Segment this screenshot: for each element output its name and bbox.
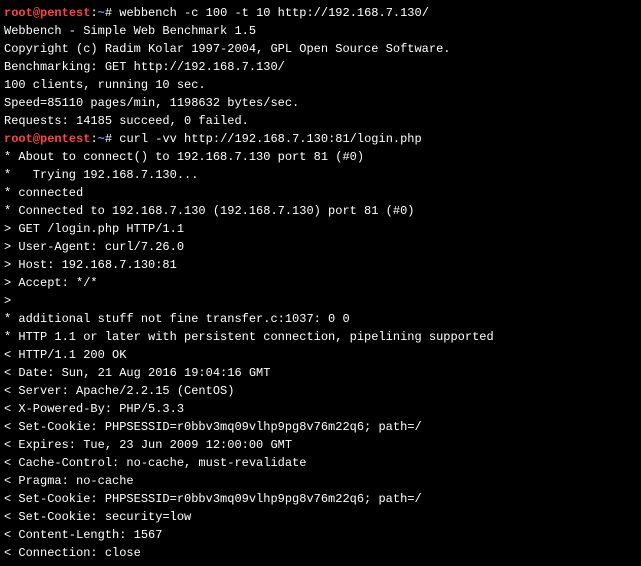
output-line: * connected [4,184,637,202]
output-line: Copyright (c) Radim Kolar 1997-2004, GPL… [4,40,637,58]
output-line: Speed=85110 pages/min, 1198632 bytes/sec… [4,94,637,112]
user: root [4,6,33,20]
output-line: * additional stuff not fine transfer.c:1… [4,310,637,328]
output-line: > Host: 192.168.7.130:81 [4,256,637,274]
output-line: > Accept: */* [4,274,637,292]
output-line: < Expires: Tue, 23 Jun 2009 12:00:00 GMT [4,436,637,454]
output-line: Requests: 14185 succeed, 0 failed. [4,112,637,130]
host: pentest [40,6,90,20]
output-line: 100 clients, running 10 sec. [4,76,637,94]
colon: : [90,132,97,146]
output-line: < Server: Apache/2.2.15 (CentOS) [4,382,637,400]
output-line: < Set-Cookie: security=low [4,508,637,526]
at-sign: @ [33,132,40,146]
output-line: < X-Powered-By: PHP/5.3.3 [4,400,637,418]
output-line: > [4,292,637,310]
prompt-line-1[interactable]: root@pentest:~# webbench -c 100 -t 10 ht… [4,4,637,22]
output-line: < Pragma: no-cache [4,472,637,490]
path: ~ [98,132,105,146]
command: webbench -c 100 -t 10 http://192.168.7.1… [119,6,429,20]
output-line: > GET /login.php HTTP/1.1 [4,220,637,238]
output-line: * Trying 192.168.7.130... [4,166,637,184]
output-line: Webbench - Simple Web Benchmark 1.5 [4,22,637,40]
prompt-line-2[interactable]: root@pentest:~# curl -vv http://192.168.… [4,130,637,148]
terminal-output: root@pentest:~# webbench -c 100 -t 10 ht… [4,4,637,562]
output-line: < HTTP/1.1 200 OK [4,346,637,364]
user: root [4,132,33,146]
colon: : [90,6,97,20]
command: curl -vv http://192.168.7.130:81/login.p… [119,132,421,146]
output-line: Benchmarking: GET http://192.168.7.130/ [4,58,637,76]
at-sign: @ [33,6,40,20]
output-line: < Content-Length: 1567 [4,526,637,544]
output-line: * Connected to 192.168.7.130 (192.168.7.… [4,202,637,220]
output-line: < Set-Cookie: PHPSESSID=r0bbv3mq09vlhp9p… [4,418,637,436]
hash: # [105,132,119,146]
path: ~ [98,6,105,20]
hash: # [105,6,119,20]
output-line: < Set-Cookie: PHPSESSID=r0bbv3mq09vlhp9p… [4,490,637,508]
host: pentest [40,132,90,146]
output-line: * HTTP 1.1 or later with persistent conn… [4,328,637,346]
output-line: < Date: Sun, 21 Aug 2016 19:04:16 GMT [4,364,637,382]
output-line: < Connection: close [4,544,637,562]
output-line: < Cache-Control: no-cache, must-revalida… [4,454,637,472]
output-line: * About to connect() to 192.168.7.130 po… [4,148,637,166]
output-line: > User-Agent: curl/7.26.0 [4,238,637,256]
